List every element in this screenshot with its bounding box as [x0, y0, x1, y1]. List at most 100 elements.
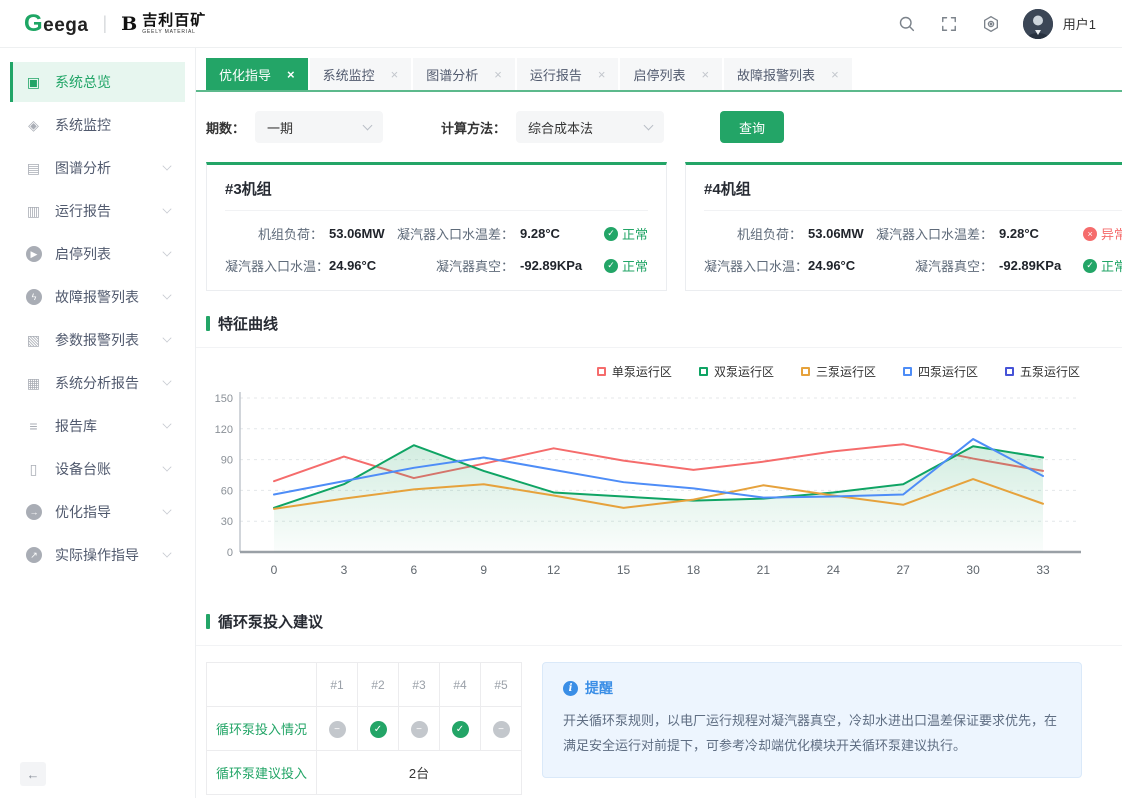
sidebar-item-label: 系统总览: [55, 72, 177, 92]
sidebar-item-6[interactable]: ϟ 故障报警列表: [13, 277, 185, 317]
sidebar-item-2[interactable]: ◈系统监控: [13, 105, 185, 145]
legend-marker: [801, 367, 810, 376]
tab-4[interactable]: 运行报告×: [517, 58, 619, 90]
reminder-box: i 提醒 开关循环泵规则，以电厂运行规程对凝汽器真空，冷却水进出口温差保证要求优…: [542, 662, 1082, 778]
tab-2[interactable]: 系统监控×: [310, 58, 412, 90]
sidebar-item-label: 故障报警列表: [55, 287, 163, 307]
metric-label: 凝汽器入口水温差：: [876, 224, 993, 243]
tab-3[interactable]: 图谱分析×: [413, 58, 515, 90]
fullscreen-icon[interactable]: [939, 14, 959, 34]
grid-report-icon: ▦: [25, 375, 42, 392]
svg-text:33: 33: [1036, 563, 1050, 577]
legend-item-2[interactable]: 双泵运行区: [699, 363, 774, 380]
sidebar-item-label: 报告库: [55, 416, 163, 436]
tab-1[interactable]: 优化指导×: [206, 58, 308, 90]
close-icon[interactable]: ×: [701, 67, 709, 82]
sidebar-item-4[interactable]: ▥运行报告: [13, 191, 185, 231]
method-select-value: 综合成本法: [528, 118, 593, 137]
sidebar-item-7[interactable]: ▧参数报警列表: [13, 320, 185, 360]
chevron-down-icon: [162, 462, 171, 471]
period-select-value: 一期: [267, 118, 293, 137]
pump-column-header: #5: [481, 663, 522, 707]
pump-state-cell: −: [481, 707, 522, 751]
curve-chart: 030609012015003691215182124273033: [196, 384, 1122, 589]
sidebar-item-label: 系统监控: [55, 115, 177, 135]
svg-text:24: 24: [827, 563, 841, 577]
reminder-text: 开关循环泵规则，以电厂运行规程对凝汽器真空，冷却水进出口温差保证要求优先，在满足…: [563, 708, 1061, 759]
svg-text:30: 30: [221, 516, 233, 528]
user-avatar[interactable]: [1023, 9, 1053, 39]
curve-chart-svg: 030609012015003691215182124273033: [206, 386, 1081, 584]
close-icon[interactable]: ×: [391, 67, 399, 82]
brand-area: Geega | B 吉利百矿 GEELY MATERIAL: [24, 10, 206, 38]
method-label: 计算方法：: [441, 118, 506, 137]
tab-6[interactable]: 故障报警列表×: [724, 58, 852, 90]
minus-circle-icon: −: [329, 721, 346, 738]
close-icon[interactable]: ×: [494, 67, 502, 82]
method-select[interactable]: 综合成本法: [516, 111, 664, 143]
sidebar-item-9[interactable]: ≡ 报告库: [13, 406, 185, 446]
settings-gear-icon[interactable]: [981, 14, 1001, 34]
pump-table: #1#2#3#4#5循环泵投入情况−✓−✓−循环泵建议投入2台: [206, 662, 522, 795]
dashboard-icon: ▣: [25, 74, 42, 91]
user-name[interactable]: 用户1: [1063, 14, 1096, 33]
close-icon[interactable]: ×: [287, 67, 295, 82]
top-header: Geega | B 吉利百矿 GEELY MATERIAL: [0, 0, 1122, 48]
alarm-circle-icon: ϟ: [26, 289, 42, 305]
sidebar-item-3[interactable]: ▤图谱分析: [13, 148, 185, 188]
close-icon[interactable]: ×: [831, 67, 839, 82]
svg-text:150: 150: [215, 393, 233, 405]
query-button[interactable]: 查询: [720, 111, 784, 143]
sidebar-item-10[interactable]: ▯设备台账: [13, 449, 185, 489]
close-icon[interactable]: ×: [598, 67, 606, 82]
sidebar-collapse-button[interactable]: ←: [20, 762, 46, 786]
metric-label: 机组负荷：: [225, 224, 323, 243]
tab-5[interactable]: 启停列表×: [620, 58, 722, 90]
period-select[interactable]: 一期: [255, 111, 383, 143]
pump-column-header: #2: [358, 663, 399, 707]
metric-label: 凝汽器入口水温：: [225, 256, 323, 275]
pump-state-cell: ✓: [358, 707, 399, 751]
pump-table-corner: [207, 663, 317, 707]
pump-state-cell: ✓: [440, 707, 481, 751]
unit-card-title: #4机组: [704, 178, 1122, 211]
chevron-down-icon: [162, 290, 171, 299]
status-badge: ×异常: [1077, 224, 1122, 243]
svg-text:15: 15: [617, 563, 631, 577]
library-icon: ≡: [25, 418, 42, 434]
legend-label: 三泵运行区: [816, 363, 876, 380]
pump-row-label: 循环泵投入情况: [207, 707, 317, 751]
sidebar-item-8[interactable]: ▦系统分析报告: [13, 363, 185, 403]
legend-item-1[interactable]: 单泵运行区: [597, 363, 672, 380]
legend-item-4[interactable]: 四泵运行区: [903, 363, 978, 380]
sidebar-item-12[interactable]: ↗实际操作指导: [13, 535, 185, 575]
geely-logo-en: GEELY MATERIAL: [142, 30, 206, 35]
unit-cards: #3机组 机组负荷： 53.06MW 凝汽器入口水温差： 9.28°C ✓正常 …: [196, 162, 1122, 291]
metric-value: 9.28°C: [993, 226, 1077, 241]
filter-bar: 期数： 一期 计算方法： 综合成本法 查询: [196, 92, 1122, 162]
sidebar-item-1[interactable]: ▣ 系统总览: [13, 62, 185, 102]
legend-item-3[interactable]: 三泵运行区: [801, 363, 876, 380]
metric-value: -92.89KPa: [514, 258, 598, 273]
sidebar-item-label: 优化指导: [55, 502, 163, 522]
metric-value: 24.96°C: [802, 258, 876, 273]
play-circle-icon: ▶: [26, 246, 42, 262]
svg-text:21: 21: [757, 563, 771, 577]
minus-circle-icon: −: [493, 721, 510, 738]
metric-label: 凝汽器入口水温：: [704, 256, 802, 275]
pump-state-cell: −: [399, 707, 440, 751]
legend-marker: [903, 367, 912, 376]
sidebar-item-5[interactable]: ▶启停列表: [13, 234, 185, 274]
chevron-down-icon: [162, 376, 171, 385]
metric-value: 53.06MW: [802, 226, 876, 241]
chevron-down-icon: [162, 505, 171, 514]
pump-column-header: #3: [399, 663, 440, 707]
curve-section-title: 特征曲线: [206, 313, 1122, 334]
sidebar-nav: ▣系统总览◈系统监控▤图谱分析▥运行报告▶启停列表ϟ故障报警列表▧参数报警列表▦…: [0, 48, 196, 798]
search-icon[interactable]: [897, 14, 917, 34]
legend-item-5[interactable]: 五泵运行区: [1005, 363, 1080, 380]
sidebar-item-11[interactable]: →优化指导: [13, 492, 185, 532]
sidebar-item-label: 设备台账: [55, 459, 163, 479]
svg-text:12: 12: [547, 563, 561, 577]
reminder-title: 提醒: [585, 678, 613, 698]
